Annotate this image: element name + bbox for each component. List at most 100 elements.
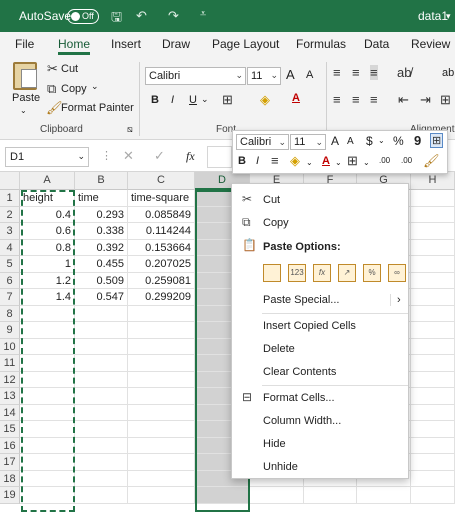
- align-right-icon[interactable]: ≡: [370, 92, 378, 107]
- chevron-down-icon[interactable]: ⌄: [306, 158, 313, 167]
- paste-formulas-icon[interactable]: fx: [313, 264, 331, 282]
- undo-icon[interactable]: ↶: [136, 8, 147, 24]
- menu-item-paste-special[interactable]: Paste Special...: [263, 294, 339, 306]
- merge-icon[interactable]: ⊞: [440, 92, 451, 108]
- cell-h15[interactable]: [411, 421, 455, 438]
- row-header[interactable]: 6: [0, 272, 20, 289]
- row-header[interactable]: 16: [0, 437, 20, 454]
- borders-icon[interactable]: ⊞: [347, 153, 358, 169]
- italic-button[interactable]: I: [171, 94, 174, 106]
- chevron-down-icon[interactable]: ⌄: [335, 158, 342, 167]
- row-header[interactable]: 18: [0, 470, 20, 487]
- grow-font-button[interactable]: A: [286, 67, 295, 82]
- cell-c15[interactable]: [128, 421, 195, 438]
- increase-decimal-icon[interactable]: .00: [379, 156, 390, 165]
- menu-item-format-cells[interactable]: Format Cells...: [263, 392, 335, 404]
- bold-button[interactable]: B: [151, 94, 159, 106]
- column-header-h[interactable]: H: [411, 172, 455, 190]
- cell-c5[interactable]: 0.207025: [128, 256, 195, 273]
- cell-a13[interactable]: [20, 388, 75, 405]
- chevron-down-icon[interactable]: ⌄: [363, 158, 370, 167]
- cell-b6[interactable]: 0.509: [75, 272, 128, 289]
- autosave-toggle[interactable]: Off: [67, 9, 99, 24]
- cell-h5[interactable]: [411, 256, 455, 273]
- cell-b14[interactable]: [75, 404, 128, 421]
- cell-a19[interactable]: [20, 487, 75, 504]
- align-left-icon[interactable]: ≡: [333, 92, 341, 107]
- cell-h17[interactable]: [411, 454, 455, 471]
- underline-dropdown-icon[interactable]: ⌄: [201, 94, 209, 105]
- cell-d19[interactable]: [195, 487, 250, 504]
- mini-italic-button[interactable]: I: [256, 155, 259, 167]
- cell-f19[interactable]: [304, 487, 357, 504]
- tab-file[interactable]: File: [15, 37, 34, 51]
- row-header[interactable]: 12: [0, 371, 20, 388]
- column-header-c[interactable]: C: [128, 172, 195, 190]
- orientation-icon[interactable]: ab̸: [397, 65, 411, 80]
- cell-a1[interactable]: height: [20, 190, 75, 207]
- row-header[interactable]: 17: [0, 454, 20, 471]
- cell-b3[interactable]: 0.338: [75, 223, 128, 240]
- comma-button[interactable]: 9: [414, 133, 421, 148]
- percent-button[interactable]: %: [393, 134, 404, 148]
- copy-button[interactable]: Copy: [61, 83, 87, 95]
- fill-color-icon[interactable]: ◈: [260, 92, 270, 108]
- menu-item-hide[interactable]: Hide: [263, 438, 286, 450]
- chevron-down-icon[interactable]: ⌄: [378, 136, 385, 145]
- cell-b19[interactable]: [75, 487, 128, 504]
- cell-h8[interactable]: [411, 305, 455, 322]
- row-header[interactable]: 11: [0, 355, 20, 372]
- cell-h6[interactable]: [411, 272, 455, 289]
- cell-c2[interactable]: 0.085849: [128, 206, 195, 223]
- cell-b9[interactable]: [75, 322, 128, 339]
- column-header-a[interactable]: A: [20, 172, 75, 190]
- cell-h13[interactable]: [411, 388, 455, 405]
- cell-a9[interactable]: [20, 322, 75, 339]
- cell-a10[interactable]: [20, 338, 75, 355]
- menu-item-copy[interactable]: Copy: [263, 217, 289, 229]
- cell-h12[interactable]: [411, 371, 455, 388]
- row-header[interactable]: 7: [0, 289, 20, 306]
- cell-c13[interactable]: [128, 388, 195, 405]
- cell-a5[interactable]: 1: [20, 256, 75, 273]
- cell-a2[interactable]: 0.4: [20, 206, 75, 223]
- select-all-corner[interactable]: [0, 172, 20, 190]
- row-header[interactable]: 19: [0, 487, 20, 504]
- align-center-icon[interactable]: ≡: [271, 153, 279, 168]
- mini-font-select[interactable]: Calibri ⌄: [236, 134, 289, 150]
- cell-c7[interactable]: 0.299209: [128, 289, 195, 306]
- cell-a11[interactable]: [20, 355, 75, 372]
- cell-b12[interactable]: [75, 371, 128, 388]
- font-color-button[interactable]: A: [322, 155, 330, 167]
- cell-b8[interactable]: [75, 305, 128, 322]
- cell-a7[interactable]: 1.4: [20, 289, 75, 306]
- menu-item-unhide[interactable]: Unhide: [263, 461, 298, 473]
- cell-b13[interactable]: [75, 388, 128, 405]
- cell-h9[interactable]: [411, 322, 455, 339]
- underline-button[interactable]: U: [189, 94, 197, 106]
- cell-a6[interactable]: 1.2: [20, 272, 75, 289]
- mini-size-select[interactable]: 11 ⌄: [290, 134, 326, 150]
- cell-a8[interactable]: [20, 305, 75, 322]
- cell-h14[interactable]: [411, 404, 455, 421]
- align-center-icon[interactable]: ≡: [352, 92, 360, 107]
- wrap-text-button[interactable]: ab: [442, 67, 454, 79]
- cell-c8[interactable]: [128, 305, 195, 322]
- clipboard-launcher-icon[interactable]: ⧅: [127, 124, 133, 135]
- chevron-right-icon[interactable]: ›: [390, 294, 401, 306]
- align-bottom-icon[interactable]: ≡: [370, 65, 378, 80]
- row-header[interactable]: 14: [0, 404, 20, 421]
- cell-c17[interactable]: [128, 454, 195, 471]
- cell-c4[interactable]: 0.153664: [128, 239, 195, 256]
- align-middle-icon[interactable]: ≡: [352, 65, 360, 80]
- cell-a3[interactable]: 0.6: [20, 223, 75, 240]
- paste-formatting-icon[interactable]: %: [363, 264, 381, 282]
- mini-bold-button[interactable]: B: [238, 155, 246, 167]
- cell-c9[interactable]: [128, 322, 195, 339]
- cell-h11[interactable]: [411, 355, 455, 372]
- mini-shrink-font-button[interactable]: A: [347, 136, 354, 147]
- cell-a4[interactable]: 0.8: [20, 239, 75, 256]
- cell-b15[interactable]: [75, 421, 128, 438]
- tab-formulas[interactable]: Formulas: [296, 37, 346, 51]
- cell-b7[interactable]: 0.547: [75, 289, 128, 306]
